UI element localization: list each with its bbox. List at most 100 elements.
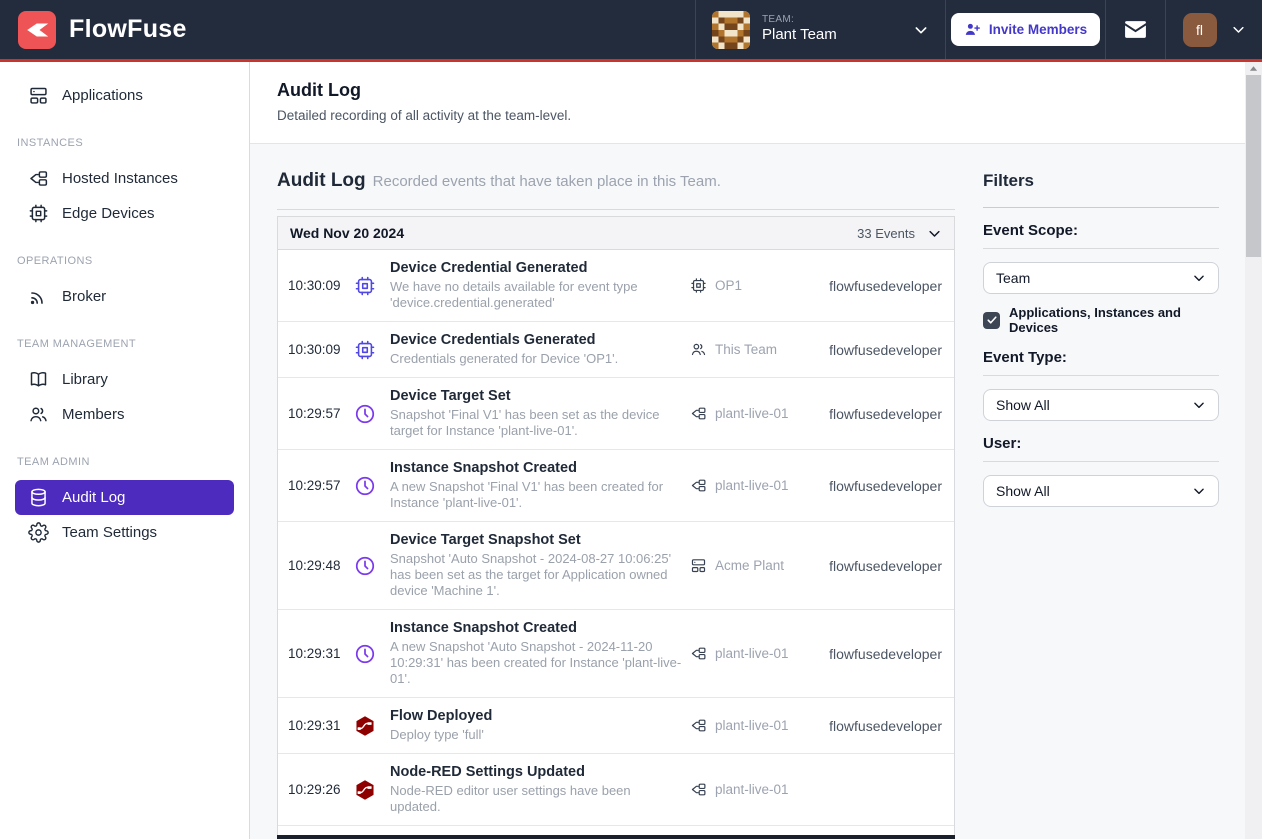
event-title: Device Target Set <box>390 388 690 404</box>
top-navbar: FlowFuse TEAM: Plant Team Invite Members… <box>0 0 1262 62</box>
clock-icon <box>354 403 390 425</box>
event-time: 10:29:57 <box>288 406 354 421</box>
sidebar-item-team-settings[interactable]: Team Settings <box>15 515 234 550</box>
event-user: flowfusedeveloper <box>802 342 942 358</box>
event-user: flowfusedeveloper <box>802 406 942 422</box>
chevron-down-icon <box>1231 22 1246 37</box>
sidebar-item-label: Broker <box>62 288 106 305</box>
applications-icon <box>28 85 49 106</box>
card-title: Audit LogRecorded events that have taken… <box>277 170 955 192</box>
event-scope-label: plant-live-01 <box>715 478 789 493</box>
sidebar-item-library[interactable]: Library <box>15 362 234 397</box>
event-scope-label: plant-live-01 <box>715 406 789 421</box>
vertical-scrollbar[interactable] <box>1245 62 1262 839</box>
settings-icon <box>28 522 49 543</box>
event-type-select[interactable]: Show All <box>983 389 1219 421</box>
scrollbar-up-arrow-icon[interactable] <box>1245 62 1262 75</box>
team-icon <box>690 341 707 358</box>
members-icon <box>28 404 49 425</box>
event-type-value: Show All <box>996 397 1050 413</box>
filters-panel: Filters Event Scope: Team Applications, … <box>983 170 1219 839</box>
sidebar-item-members[interactable]: Members <box>15 397 234 432</box>
event-description: Snapshot 'Final V1' has been set as the … <box>390 407 682 439</box>
user-plus-icon <box>964 21 981 38</box>
audit-log-icon <box>28 487 49 508</box>
clock-icon <box>354 555 390 577</box>
invite-members-button[interactable]: Invite Members <box>951 13 1100 46</box>
instances-icon <box>690 717 707 734</box>
event-title: Node-RED Settings Updated <box>390 764 690 780</box>
checkbox-checked-icon <box>983 312 1000 329</box>
event-list: 10:30:09Device Credential GeneratedWe ha… <box>278 250 954 826</box>
sidebar-item-broker[interactable]: Broker <box>15 279 234 314</box>
event-user: flowfusedeveloper <box>802 278 942 294</box>
user-filter-value: Show All <box>996 483 1050 499</box>
checkbox-label: Applications, Instances and Devices <box>1009 305 1219 335</box>
audit-log-group: Wed Nov 20 2024 33 Events 10:30:09Device… <box>277 216 955 839</box>
event-scope-value: Team <box>996 270 1030 286</box>
event-description: A new Snapshot 'Final V1' has been creat… <box>390 479 682 511</box>
filters-title: Filters <box>983 171 1219 191</box>
library-icon <box>28 369 49 390</box>
sidebar-item-hosted-instances[interactable]: Hosted Instances <box>15 161 234 196</box>
event-type-label: Event Type: <box>983 349 1219 376</box>
event-user: flowfusedeveloper <box>802 558 942 574</box>
mail-icon <box>1123 17 1148 42</box>
event-time: 10:29:31 <box>288 718 354 733</box>
event-description: Node-RED editor user settings have been … <box>390 783 682 815</box>
notifications-button[interactable] <box>1105 0 1165 59</box>
event-description: We have no details available for event t… <box>390 279 682 311</box>
sidebar-item-edge-devices[interactable]: Edge Devices <box>15 196 234 231</box>
event-description: Credentials generated for Device 'OP1'. <box>390 351 682 367</box>
event-description: Deploy type 'full' <box>390 727 682 743</box>
event-scope: This Team <box>690 341 802 358</box>
include-children-checkbox[interactable]: Applications, Instances and Devices <box>983 305 1219 335</box>
event-scope-label: This Team <box>715 342 777 357</box>
brand[interactable]: FlowFuse <box>0 0 187 59</box>
sidebar-item-label: Members <box>62 406 125 423</box>
event-title: Instance Snapshot Created <box>390 460 690 476</box>
event-scope-label: Event Scope: <box>983 222 1219 249</box>
audit-event-row[interactable]: 10:30:09Device Credential GeneratedWe ha… <box>278 250 954 322</box>
invite-members-label: Invite Members <box>989 22 1087 37</box>
nodered-icon <box>354 715 390 737</box>
instances-icon <box>690 781 707 798</box>
event-scope: OP1 <box>690 277 802 294</box>
event-title: Instance Snapshot Created <box>390 620 690 636</box>
team-avatar <box>712 11 750 49</box>
chevron-down-icon <box>1192 398 1206 412</box>
event-scope: plant-live-01 <box>690 645 802 662</box>
scrollbar-thumb[interactable] <box>1246 75 1261 257</box>
event-scope: Acme Plant <box>690 557 802 574</box>
event-scope-select[interactable]: Team <box>983 262 1219 294</box>
page-subtitle: Detailed recording of all activity at th… <box>277 108 1218 123</box>
chevron-down-icon <box>1192 484 1206 498</box>
event-scope-label: plant-live-01 <box>715 782 789 797</box>
team-selector[interactable]: TEAM: Plant Team <box>695 0 945 59</box>
user-menu[interactable]: fl <box>1165 0 1262 59</box>
audit-event-row[interactable]: 10:29:26 Node-RED Settings Updated Node-RE… <box>278 754 954 826</box>
audit-event-row[interactable]: 10:29:48Device Target Snapshot SetSnapsh… <box>278 522 954 610</box>
sidebar-item-applications[interactable]: Applications <box>15 78 234 113</box>
event-time: 10:29:26 <box>288 782 354 797</box>
audit-event-row[interactable]: 10:29:57 Device Target Set Snapshot 'Final… <box>278 378 954 450</box>
instances-icon <box>28 168 49 189</box>
event-time: 10:29:57 <box>288 478 354 493</box>
audit-event-row[interactable]: 10:30:09Device Credentials GeneratedCred… <box>278 322 954 378</box>
user-filter-select[interactable]: Show All <box>983 475 1219 507</box>
sidebar-item-audit-log[interactable]: Audit Log <box>15 480 234 515</box>
event-scope: plant-live-01 <box>690 477 802 494</box>
event-title: Device Target Snapshot Set <box>390 532 690 548</box>
event-scope-label: plant-live-01 <box>715 646 789 661</box>
audit-event-row[interactable]: 10:29:57 Instance Snapshot Created A new S… <box>278 450 954 522</box>
clock-icon <box>354 643 390 665</box>
audit-event-row[interactable]: 10:29:31Instance Snapshot CreatedA new S… <box>278 610 954 698</box>
nodered-icon <box>354 779 390 801</box>
group-header[interactable]: Wed Nov 20 2024 33 Events <box>278 217 954 250</box>
audit-event-row[interactable]: 10:29:31Flow DeployedDeploy type 'full'p… <box>278 698 954 754</box>
event-time: 10:30:09 <box>288 342 354 357</box>
team-name: Plant Team <box>762 26 837 45</box>
page-title: Audit Log <box>277 80 1218 101</box>
device-icon <box>354 339 390 361</box>
event-time: 10:30:09 <box>288 278 354 293</box>
